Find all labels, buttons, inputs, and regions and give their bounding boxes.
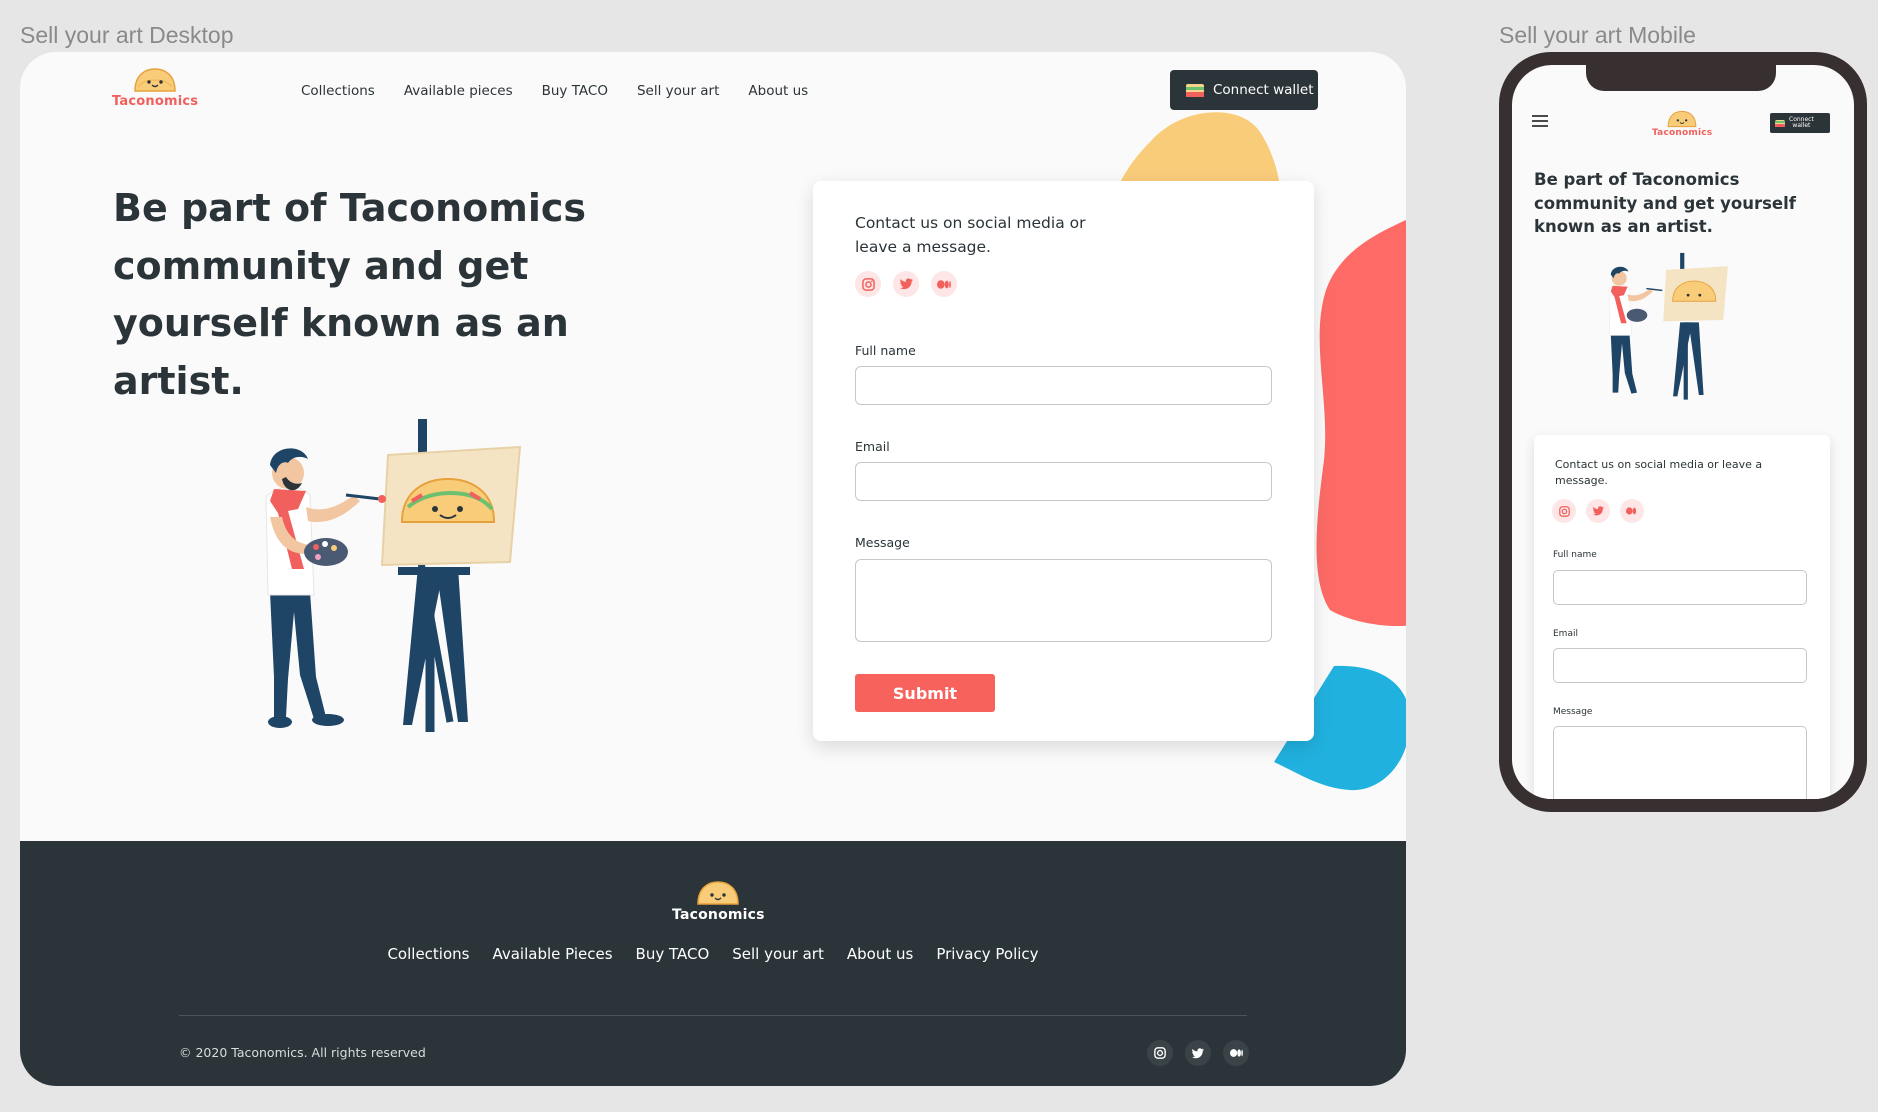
footer-link-buy-taco[interactable]: Buy TACO [636,945,710,963]
nav-collections[interactable]: Collections [301,83,375,99]
twitter-icon[interactable] [1185,1040,1211,1066]
footer-link-privacy-policy[interactable]: Privacy Policy [936,945,1038,963]
phone-notch [1586,65,1776,91]
instagram-icon[interactable] [855,271,881,297]
mobile-connect-wallet-button[interactable]: Connect wallet [1770,113,1830,133]
mobile-header-logo[interactable]: Taconomics [1652,110,1712,138]
medium-icon[interactable] [1223,1040,1249,1066]
site-footer: Taconomics Collections Available Pieces … [20,841,1406,1086]
footer-nav: Collections Available Pieces Buy TACO Se… [20,945,1406,963]
footer-link-sell-your-art[interactable]: Sell your art [732,945,824,963]
connect-wallet-button[interactable]: Connect wallet [1170,70,1318,110]
footer-link-about-us[interactable]: About us [847,945,913,963]
mobile-email-label: Email [1553,629,1578,639]
wallet-icon [1186,83,1204,97]
twitter-icon[interactable] [1586,499,1610,523]
instagram-icon[interactable] [1147,1040,1173,1066]
mobile-contact-form-card: Contact us on social media or leave a me… [1534,435,1830,799]
primary-nav: Collections Available pieces Buy TACO Se… [301,83,808,99]
medium-icon[interactable] [931,271,957,297]
desktop-frame: Taconomics Collections Available pieces … [20,52,1406,1086]
footer-divider [179,1015,1247,1016]
taco-logo-icon [1667,110,1697,128]
mobile-artist-illustration [1608,252,1728,400]
mobile-screen: Taconomics Connect wallet Be part of Tac… [1512,65,1854,799]
email-input[interactable] [855,462,1272,501]
nav-buy-taco[interactable]: Buy TACO [542,83,608,99]
footer-logo[interactable]: Taconomics [672,880,765,923]
footer-social-links [1147,1040,1249,1066]
mobile-form-social-links [1552,499,1644,523]
mobile-email-input[interactable] [1553,648,1807,683]
full-name-label: Full name [855,343,916,358]
taco-logo-icon [134,68,176,92]
instagram-icon[interactable] [1552,499,1576,523]
form-social-links [855,271,957,297]
nav-sell-your-art[interactable]: Sell your art [637,83,719,99]
wallet-icon [1775,119,1785,127]
footer-link-available-pieces[interactable]: Available Pieces [492,945,612,963]
header-logo[interactable]: Taconomics [112,67,198,109]
hamburger-menu-icon[interactable] [1532,115,1548,127]
taco-logo-icon [697,881,740,905]
footer-link-collections[interactable]: Collections [387,945,469,963]
desktop-frame-label: Sell your art Desktop [20,22,234,48]
mobile-frame: Taconomics Connect wallet Be part of Tac… [1499,52,1867,812]
mobile-frame-label: Sell your art Mobile [1499,22,1696,48]
mobile-full-name-label: Full name [1553,550,1597,560]
mobile-connect-wallet-label: Connect wallet [1789,116,1814,129]
copyright-text: © 2020 Taconomics. All rights reserved [179,1045,426,1060]
mobile-hero-title: Be part of Taconomics community and get … [1534,170,1796,236]
mobile-logo-wordmark: Taconomics [1652,128,1713,138]
hero-title: Be part of Taconomics community and get … [113,186,587,403]
full-name-input[interactable] [855,366,1272,405]
artist-illustration [265,419,522,732]
red-blob [1316,220,1406,627]
nav-about-us[interactable]: About us [748,83,808,99]
mobile-message-label: Message [1553,707,1593,717]
nav-available-pieces[interactable]: Available pieces [404,83,513,99]
mobile-full-name-input[interactable] [1553,570,1807,605]
form-intro-text: Contact us on social media or leave a me… [855,214,1086,256]
medium-icon[interactable] [1620,499,1644,523]
footer-logo-wordmark: Taconomics [672,907,765,923]
connect-wallet-label: Connect wallet [1213,82,1314,98]
submit-button[interactable]: Submit [855,674,995,712]
mobile-form-intro-text: Contact us on social media or leave a me… [1555,458,1763,487]
logo-wordmark: Taconomics [112,94,199,109]
message-label: Message [855,535,910,550]
contact-form-card: Contact us on social media or leave a me… [813,181,1314,741]
email-label: Email [855,439,890,454]
mobile-message-textarea[interactable] [1553,726,1807,799]
message-textarea[interactable] [855,559,1272,642]
twitter-icon[interactable] [893,271,919,297]
